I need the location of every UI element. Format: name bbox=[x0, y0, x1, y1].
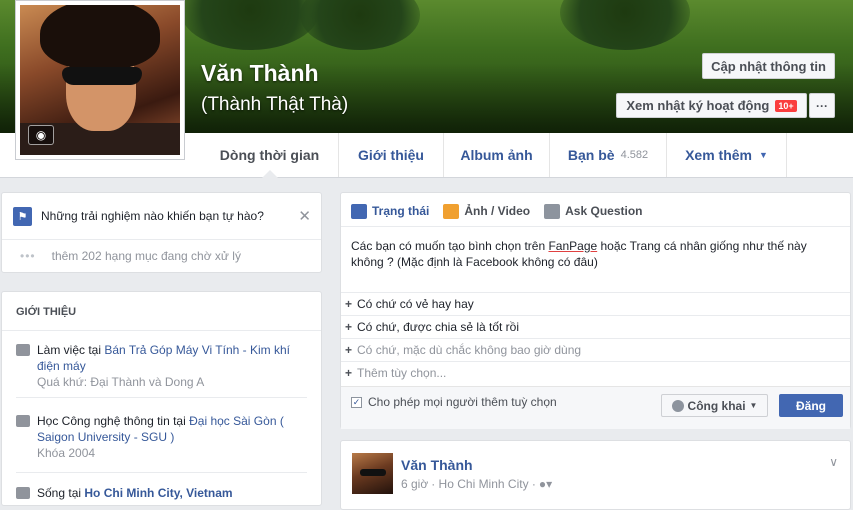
tab-more[interactable]: Xem thêm ▼ bbox=[667, 133, 787, 177]
work-prefix: Làm việc tại bbox=[37, 343, 105, 357]
active-tab-indicator bbox=[262, 170, 278, 178]
intro-title: GIỚI THIỆU bbox=[16, 306, 77, 318]
add-option-input[interactable]: + Thêm tùy chọn... bbox=[341, 361, 850, 384]
work-past: Quá khứ: Đại Thành và Dong A bbox=[37, 375, 205, 389]
tab-about-label: Giới thiệu bbox=[358, 147, 424, 163]
activity-log-label: Xem nhật ký hoạt động bbox=[626, 98, 770, 113]
timeline-post: Văn Thành 6 giờ · Ho Chi Minh City · ●▾ … bbox=[340, 440, 851, 510]
close-icon[interactable]: ✕ bbox=[298, 207, 311, 225]
study-year: Khóa 2004 bbox=[37, 446, 96, 460]
activity-log-badge: 10+ bbox=[775, 99, 797, 112]
plus-icon: + bbox=[345, 297, 353, 311]
camera-icon[interactable]: ◉ bbox=[28, 125, 54, 145]
tab-status-label: Trạng thái bbox=[372, 204, 430, 218]
chevron-down-icon: ▼ bbox=[749, 401, 758, 410]
study-prefix: Học Công nghệ thông tin tại bbox=[37, 414, 190, 428]
globe-icon bbox=[671, 399, 684, 412]
post-button-label: Đăng bbox=[796, 398, 826, 413]
tab-about[interactable]: Giới thiệu bbox=[339, 133, 444, 177]
profile-name[interactable]: Văn Thành bbox=[201, 60, 319, 87]
post-author[interactable]: Văn Thành bbox=[401, 457, 473, 473]
lives-prefix: Sống tại bbox=[37, 486, 85, 500]
tab-photos[interactable]: Album ảnh bbox=[444, 133, 550, 177]
update-info-button[interactable]: Cập nhật thông tin bbox=[702, 53, 835, 79]
profile-picture[interactable]: ◉ bbox=[15, 0, 185, 160]
globe-icon[interactable]: ●▾ bbox=[539, 477, 552, 491]
activity-log-button[interactable]: Xem nhật ký hoạt động 10+ bbox=[616, 93, 807, 118]
question-text-before: Các bạn có muốn tạo bình chọn trên bbox=[351, 239, 549, 253]
allow-options-checkbox[interactable]: ✓ Cho phép mọi người thêm tuỳ chọn bbox=[351, 395, 557, 409]
post-meta: 6 giờ · Ho Chi Minh City · ●▾ bbox=[401, 477, 552, 491]
intro-lives: Sống tại Ho Chi Minh City, Vietnam bbox=[16, 485, 307, 501]
chevron-down-icon: ▼ bbox=[759, 150, 768, 160]
tab-friends-label: Bạn bè bbox=[567, 147, 615, 163]
more-options-label: ··· bbox=[816, 98, 828, 113]
flag-icon: ⚑ bbox=[13, 206, 32, 226]
plus-icon: + bbox=[345, 366, 353, 380]
more-options-button[interactable]: ··· bbox=[809, 93, 835, 118]
question-text-underlined: FanPage bbox=[548, 239, 598, 253]
life-question-card: ⚑ Những trải nghiệm nào khiến bạn tự hào… bbox=[1, 192, 322, 273]
update-info-label: Cập nhật thông tin bbox=[711, 58, 826, 74]
poll-option[interactable]: + Có chứ, mặc dù chắc không bao giờ dùng bbox=[341, 338, 850, 361]
graduation-cap-icon bbox=[16, 415, 30, 427]
post-location[interactable]: · Ho Chi Minh City · bbox=[431, 477, 536, 491]
composer-footer: ✓ Cho phép mọi người thêm tuỳ chọn Công … bbox=[341, 386, 850, 429]
tab-photos-label: Album ảnh bbox=[460, 147, 533, 163]
photo-icon bbox=[443, 203, 460, 219]
tab-more-label: Xem thêm bbox=[685, 147, 752, 163]
tab-photo-video[interactable]: Ảnh / Video bbox=[443, 202, 530, 220]
tab-timeline-label: Dòng thời gian bbox=[219, 147, 320, 163]
briefcase-icon bbox=[16, 344, 30, 356]
tab-friends[interactable]: Bạn bè 4.582 bbox=[550, 133, 667, 177]
post-composer: Trạng thái Ảnh / Video Ask Question Các … bbox=[340, 192, 851, 429]
plus-icon: + bbox=[345, 343, 353, 357]
lives-place-link[interactable]: Ho Chi Minh City, Vietnam bbox=[84, 486, 232, 500]
pencil-icon bbox=[351, 203, 367, 219]
tab-photo-video-label: Ảnh / Video bbox=[464, 204, 531, 218]
pending-items[interactable]: ••• thêm 202 hạng mục đang chờ xử lý bbox=[20, 249, 241, 263]
poll-option-text: Có chứ, mặc dù chắc không bao giờ dùng bbox=[357, 343, 582, 357]
privacy-label: Công khai bbox=[687, 398, 746, 413]
tab-ask-question[interactable]: Ask Question bbox=[544, 202, 643, 220]
plus-icon: + bbox=[345, 320, 353, 334]
friends-count: 4.582 bbox=[620, 149, 649, 161]
poll-option-text: Có chứ, được chia sẻ là tốt rồi bbox=[357, 320, 520, 334]
ellipsis-icon: ••• bbox=[20, 249, 36, 263]
life-question-text[interactable]: Những trải nghiệm nào khiến bạn tự hào? bbox=[41, 209, 264, 223]
add-option-placeholder: Thêm tùy chọn... bbox=[357, 366, 447, 380]
intro-card: GIỚI THIỆU Làm việc tại Bán Trả Góp Máy … bbox=[1, 291, 322, 506]
tab-ask-question-label: Ask Question bbox=[565, 204, 643, 218]
poll-option[interactable]: + Có chứ, được chia sẻ là tốt rồi bbox=[341, 315, 850, 338]
checkbox-icon[interactable]: ✓ bbox=[351, 396, 362, 408]
intro-work: Làm việc tại Bán Trả Góp Máy Vi Tính - K… bbox=[16, 342, 307, 390]
chevron-down-icon[interactable]: ∨ bbox=[829, 455, 838, 469]
allow-options-label: Cho phép mọi người thêm tuỳ chọn bbox=[368, 395, 557, 409]
poll-icon bbox=[544, 203, 561, 219]
pending-items-text: thêm 202 hạng mục đang chờ xử lý bbox=[51, 249, 241, 263]
post-button[interactable]: Đăng bbox=[779, 394, 843, 417]
home-icon bbox=[16, 487, 30, 499]
post-time[interactable]: 6 giờ bbox=[401, 477, 428, 491]
intro-education: Học Công nghệ thông tin tại Đại học Sài … bbox=[16, 413, 307, 461]
question-input[interactable]: Các bạn có muốn tạo bình chọn trên FanPa… bbox=[351, 238, 836, 270]
profile-nickname: (Thành Thật Thà) bbox=[201, 94, 349, 115]
privacy-selector[interactable]: Công khai ▼ bbox=[661, 394, 768, 417]
tab-status[interactable]: Trạng thái bbox=[351, 202, 429, 220]
poll-option-text: Có chứ có vẻ hay hay bbox=[357, 297, 474, 311]
avatar[interactable] bbox=[352, 453, 393, 494]
poll-option[interactable]: + Có chứ có vẻ hay hay bbox=[341, 292, 850, 315]
